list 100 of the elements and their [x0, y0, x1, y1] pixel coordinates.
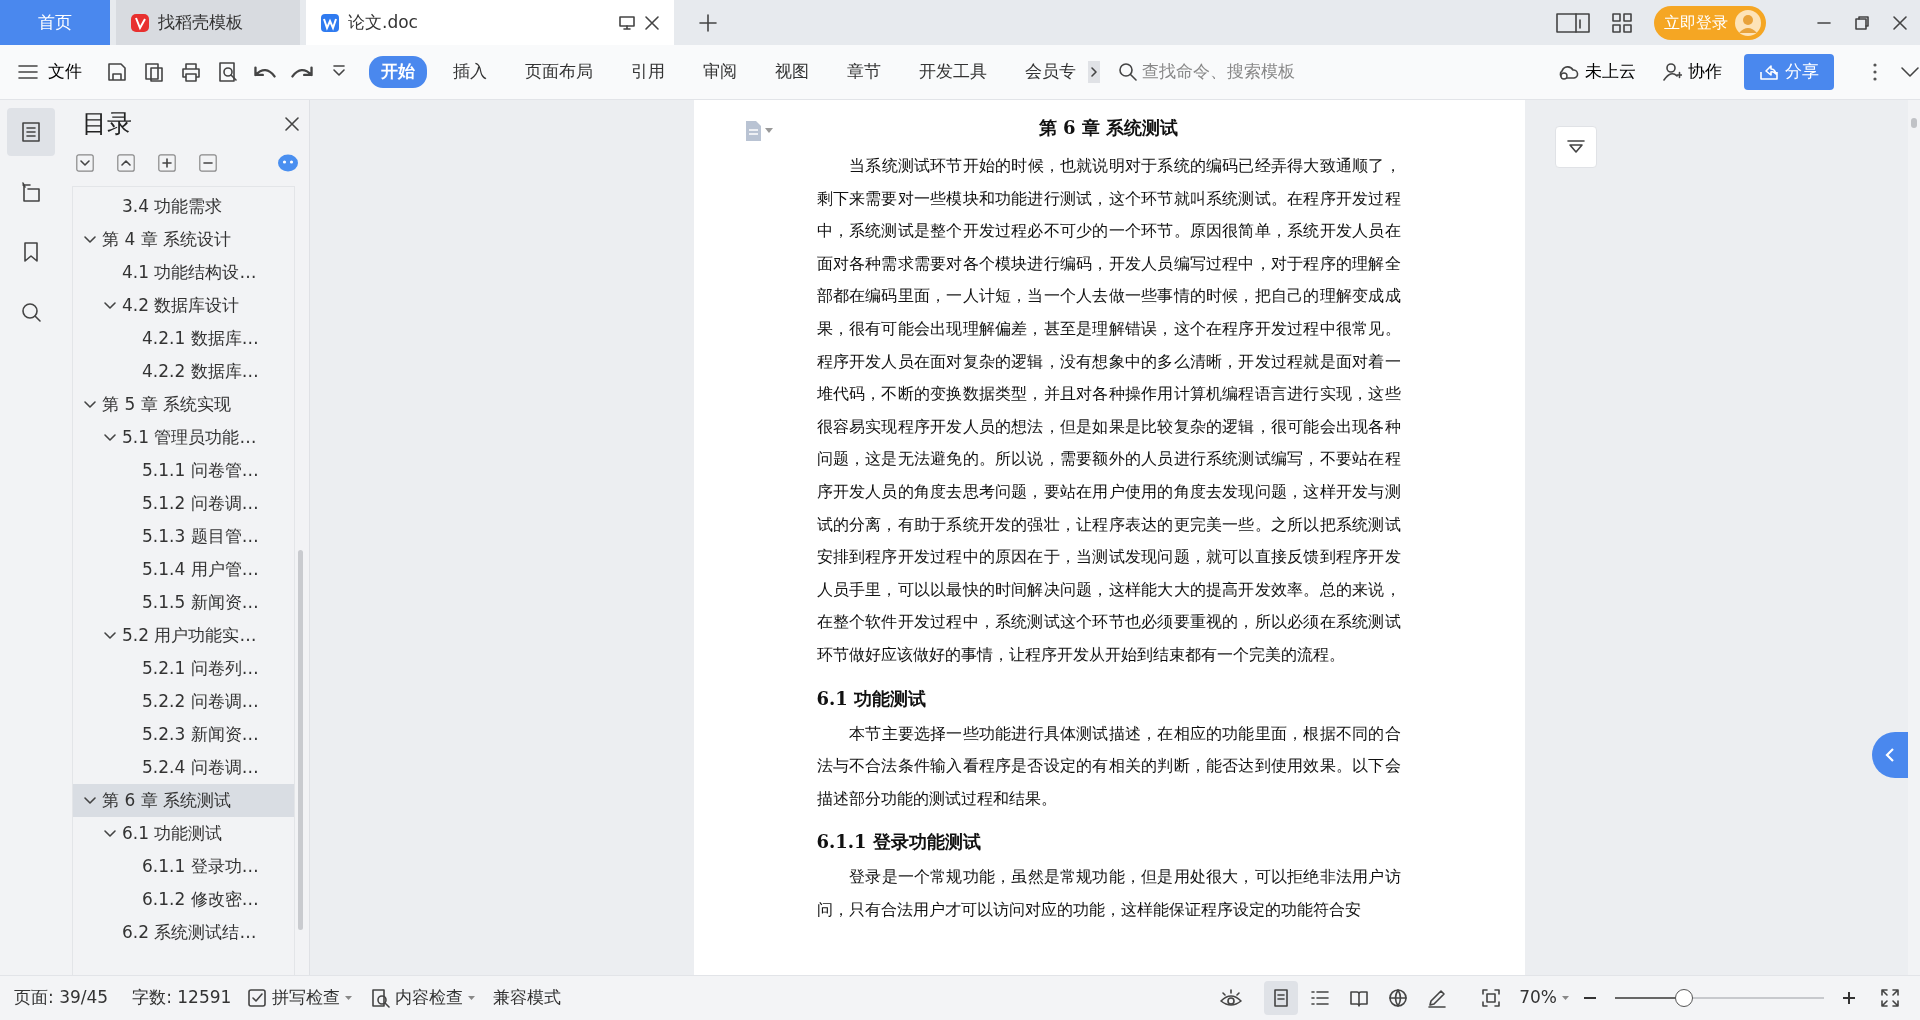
ribbon-tab[interactable]: 插入	[441, 56, 499, 88]
scrollbar-thumb[interactable]	[1911, 118, 1917, 128]
person-add-icon	[1662, 62, 1682, 82]
monitor-icon[interactable]	[618, 14, 636, 31]
expand-icon	[117, 154, 135, 172]
compatibility-mode: 兼容模式	[493, 986, 562, 1010]
document-title: 第 6 章 系统测试	[1037, 116, 1180, 140]
ribbon-tab[interactable]: 章节	[835, 56, 893, 88]
grid-icon[interactable]	[1612, 12, 1632, 33]
outline-item[interactable]: 第 6 章 系统测试	[73, 784, 294, 817]
outline-view-icon	[1310, 988, 1331, 1008]
ribbon-tab[interactable]: 开发工具	[907, 56, 999, 88]
caret-icon[interactable]	[764, 128, 773, 134]
outline-item[interactable]: 第 5 章 系统实现	[73, 388, 294, 421]
outline-item[interactable]: 5.1.5 新闻资…	[73, 586, 294, 619]
side-panel-toggle[interactable]	[1872, 732, 1908, 778]
outline-item[interactable]: 5.2.2 问卷调…	[73, 685, 294, 718]
command-search-field[interactable]: 查找命令、搜索模板	[1118, 59, 1332, 85]
template-button[interactable]	[143, 61, 165, 83]
collaborate-button[interactable]: 协作	[1662, 59, 1722, 85]
outline-item[interactable]: 5.1.1 问卷管…	[73, 454, 294, 487]
outline-item[interactable]: 4.2.2 数据库…	[73, 355, 294, 388]
outline-item[interactable]: 5.1.4 用户管…	[73, 553, 294, 586]
more-button[interactable]	[1872, 62, 1878, 82]
menu-icon	[18, 64, 38, 80]
template-icon	[143, 61, 165, 83]
cloud-button[interactable]: 未上云	[1557, 59, 1636, 85]
close-icon[interactable]	[644, 14, 660, 31]
share-icon	[1759, 63, 1779, 81]
fullscreen-button[interactable]	[1880, 988, 1900, 1008]
outline-item[interactable]: 5.1.3 题目管…	[73, 520, 294, 553]
content-check-button[interactable]: 内容检查	[364, 983, 482, 1013]
ribbon-tab[interactable]: 审阅	[691, 56, 749, 88]
outline-item[interactable]: 6.2 系统测试结…	[73, 916, 294, 949]
slider-thumb[interactable]	[1674, 989, 1693, 1007]
zoom-in-button[interactable]	[1842, 991, 1856, 1005]
more-icon	[1872, 62, 1878, 82]
section-heading: 6.1 功能测试	[816, 686, 928, 711]
close-icon	[285, 117, 299, 131]
plus-icon	[698, 12, 718, 33]
document-logo-icon	[320, 12, 340, 33]
outline-item[interactable]: 4.2 数据库设计	[73, 289, 294, 322]
outline-panel-button[interactable]	[7, 108, 55, 156]
eye-icon	[1219, 988, 1244, 1008]
chevron-down-icon	[1900, 66, 1920, 78]
paragraph: 登录是一个常规功能，虽然是常规功能，但是用处很大，可以拒绝非法用户访问，只有合法用户才可以访问对应的功能，这样能保证程序设定的功能符合安	[816, 866, 1401, 921]
layout-icon[interactable]	[1556, 11, 1590, 34]
window-tab[interactable]: 找稻壳模板	[116, 0, 300, 45]
ribbon-tab[interactable]: 引用	[619, 56, 677, 88]
outline-item[interactable]: 5.2.1 问卷列…	[73, 652, 294, 685]
file-menu[interactable]: 文件	[18, 59, 82, 85]
word-count: 字数: 12591	[132, 986, 232, 1010]
assistant-icon[interactable]	[277, 154, 299, 172]
maximize-icon[interactable]	[1854, 14, 1870, 31]
minus-icon	[199, 154, 217, 172]
ribbon-tab[interactable]: 会员专	[1013, 56, 1088, 88]
outline-item[interactable]: 3.4 功能需求	[73, 190, 294, 223]
save-button[interactable]	[106, 61, 128, 83]
collapse-button[interactable]	[76, 154, 94, 172]
caret-icon	[1562, 995, 1569, 1001]
spell-check-button[interactable]: 拼写检查	[241, 983, 359, 1013]
book-icon	[1349, 988, 1370, 1008]
ribbon-tab[interactable]: 视图	[763, 56, 821, 88]
plus-icon	[158, 154, 176, 172]
print-preview-button[interactable]	[217, 61, 239, 83]
outline-item[interactable]: 6.1.1 登录功…	[73, 850, 294, 883]
close-button[interactable]	[285, 117, 299, 131]
outline-item[interactable]: 4.2.1 数据库…	[73, 322, 294, 355]
ribbon-tab[interactable]: 页面布局	[513, 56, 605, 88]
outline-item[interactable]: 5.1.2 问卷调…	[73, 487, 294, 520]
paragraph: 本节主要选择一些功能进行具体测试描述，在相应的功能里面，根据不同的合法与不合法条件输入看程序是否设定的有相关的判断，能否达到使用效果。以下会描述部分功能的测试过程和结果。	[816, 722, 1401, 810]
print-preview-icon	[217, 61, 239, 83]
plus-button[interactable]	[158, 154, 176, 172]
outline-item[interactable]: 6.1 功能测试	[73, 817, 294, 850]
chevron-left-icon	[1885, 747, 1895, 763]
zoom-dropdown[interactable]: 70%	[1513, 983, 1575, 1013]
outline-item[interactable]: 5.2 用户功能实…	[73, 619, 294, 652]
outline-item[interactable]: 5.2.4 问卷调…	[73, 751, 294, 784]
redo-button[interactable]	[291, 66, 313, 78]
funnel-icon	[1567, 140, 1585, 154]
outline-item[interactable]: 5.1 管理员功能…	[73, 421, 294, 454]
minus-button[interactable]	[199, 154, 217, 172]
outline-item[interactable]: 6.1.2 修改密…	[73, 883, 294, 916]
outline-item[interactable]: 第 4 章 系统设计	[73, 223, 294, 256]
paragraph: 当系统测试环节开始的时候，也就说明对于系统的编码已经弄得大致通顺了，剩下来需要对一些模块和功能进行测试，这个环节就叫系统测试。在程序开发过程中，系统测试是整个开发过程必不可少的一个环节。原因很简单，系统开发人员在面对各种需求需要对各个模块进行编码，开发人员编写过程中，对于程序的理解全部都在编码里面，一人计短，当一个人去做一些事情的时候，把自己的理解变成成果，很有可能会出现理解偏差，甚至是理解错误，这个在程序开发过程中很常见。程序开发人员在面对复杂的逻辑，没有想象中的多么清晰，开发过程就是面对着一堆代码，不断的变换数据类型，并且对各种操作用计算机编程语言进行实现，这些很容易实现程序开发人员的想法，但是如果是比较复杂的逻辑，很可能会出现各种问题，这是无法避免的。所以说，需要额外的人员进行系统测试编写，不要站在程序开发人员的角度去思考问题，要站在用户使用的角度去发现问题，这样开发与测试的分离，有助于系统开发的强壮，让程序表达的更完美一些。之所以把系统测试安排到程序开发过程中的原因在于，当测试发现问题，就可以直接反馈到程序开发人员手里，可以以最快的时间解决问题，这样能大大的提高开发效率。总的来说，在整个软件开发过程中，系统测试这个环节也必须要重视的，所以必须在系统测试环节做好应该做好的事情，让程序开发从开始到结束都有一个完美的流程。	[816, 155, 1401, 666]
collapse-ribbon-button[interactable]	[1900, 66, 1920, 78]
document-search-icon	[370, 988, 391, 1008]
cloud-icon	[1557, 63, 1579, 81]
expand-button[interactable]	[117, 154, 135, 172]
outline-item[interactable]: 4.1 功能结构设…	[73, 256, 294, 289]
close-icon[interactable]	[1892, 14, 1908, 31]
print-button[interactable]	[180, 61, 202, 83]
page-view-button[interactable]	[1264, 981, 1299, 1015]
navigation-icon	[20, 181, 42, 203]
caret-icon	[468, 995, 476, 1001]
window-tab[interactable]: 论文.doc	[306, 0, 674, 45]
undo-button[interactable]	[254, 66, 276, 78]
avatar-icon	[1734, 8, 1762, 37]
outline-item[interactable]: 5.2.3 新闻资…	[73, 718, 294, 751]
scrollbar-thumb[interactable]	[298, 550, 303, 930]
